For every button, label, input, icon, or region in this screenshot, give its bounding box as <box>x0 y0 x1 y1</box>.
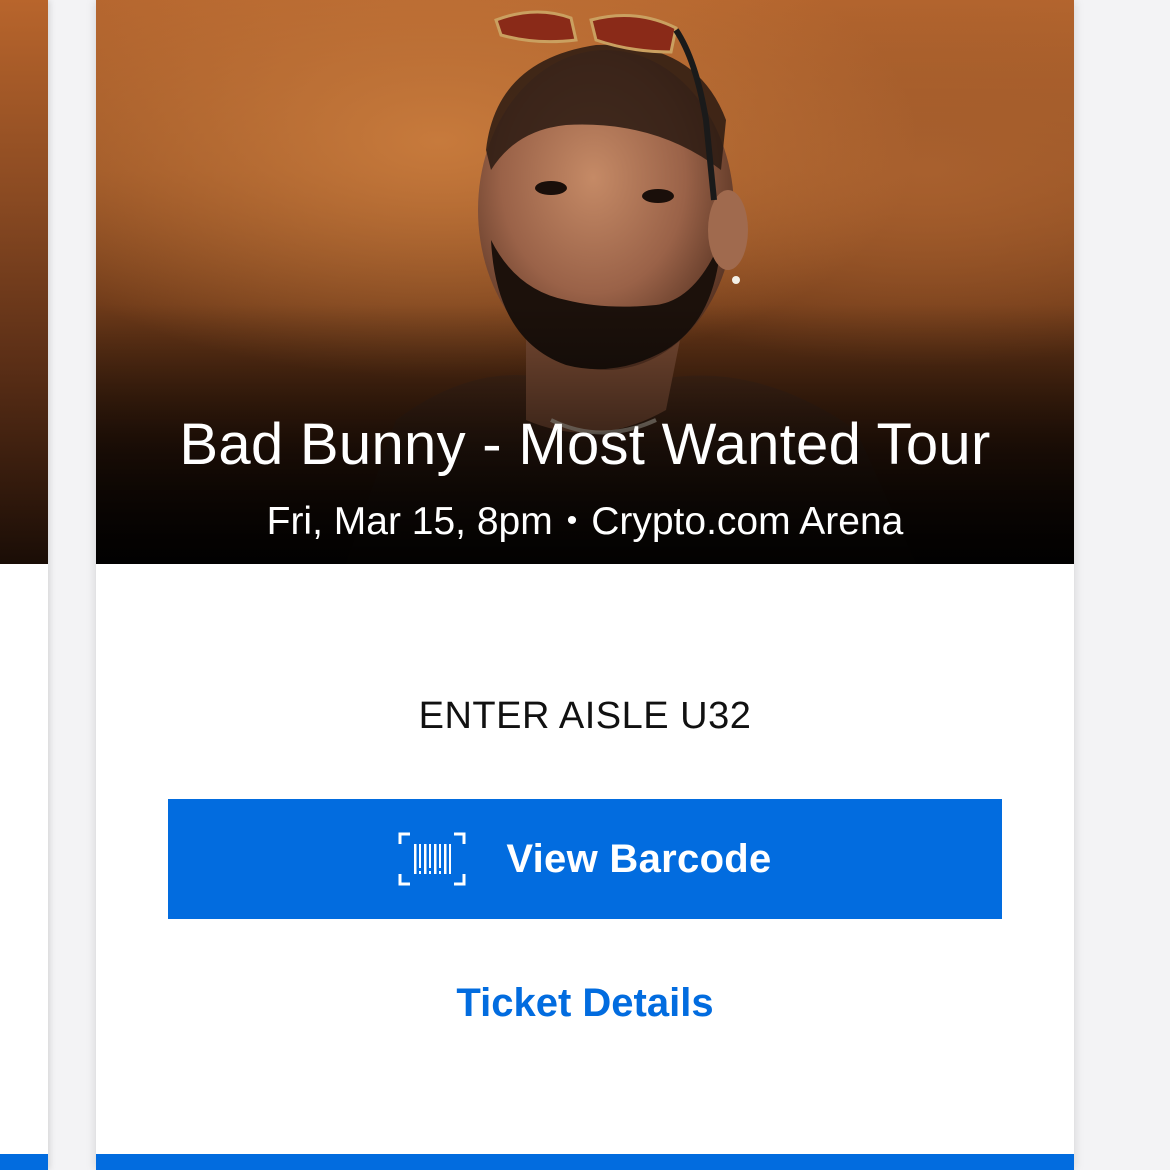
event-subtitle: Fri, Mar 15, 8pm • Crypto.com Arena <box>96 498 1074 549</box>
barcode-scan-icon <box>398 832 466 886</box>
event-date-time: Fri, Mar 15, 8pm <box>266 500 553 543</box>
event-hero-image: Bad Bunny - Most Wanted Tour Fri, Mar 15… <box>96 0 1074 564</box>
ticket-card: Bad Bunny - Most Wanted Tour Fri, Mar 15… <box>96 0 1074 1170</box>
ticket-details-link[interactable]: Ticket Details <box>96 978 1074 1028</box>
event-title: Bad Bunny - Most Wanted Tour <box>179 412 991 477</box>
card-bottom-bar <box>96 1154 1074 1170</box>
previous-ticket-bottom-bar <box>0 1154 48 1170</box>
previous-ticket-card[interactable] <box>0 0 48 1170</box>
view-barcode-button[interactable]: View Barcode <box>168 799 1002 919</box>
entry-instruction: ENTER AISLE U32 <box>418 695 752 737</box>
event-venue: Crypto.com Arena <box>591 500 904 543</box>
view-barcode-label: View Barcode <box>506 836 772 881</box>
ticket-carousel: Bad Bunny - Most Wanted Tour Fri, Mar 15… <box>0 0 1170 1170</box>
event-separator: • <box>566 504 578 537</box>
previous-ticket-image <box>0 0 48 564</box>
